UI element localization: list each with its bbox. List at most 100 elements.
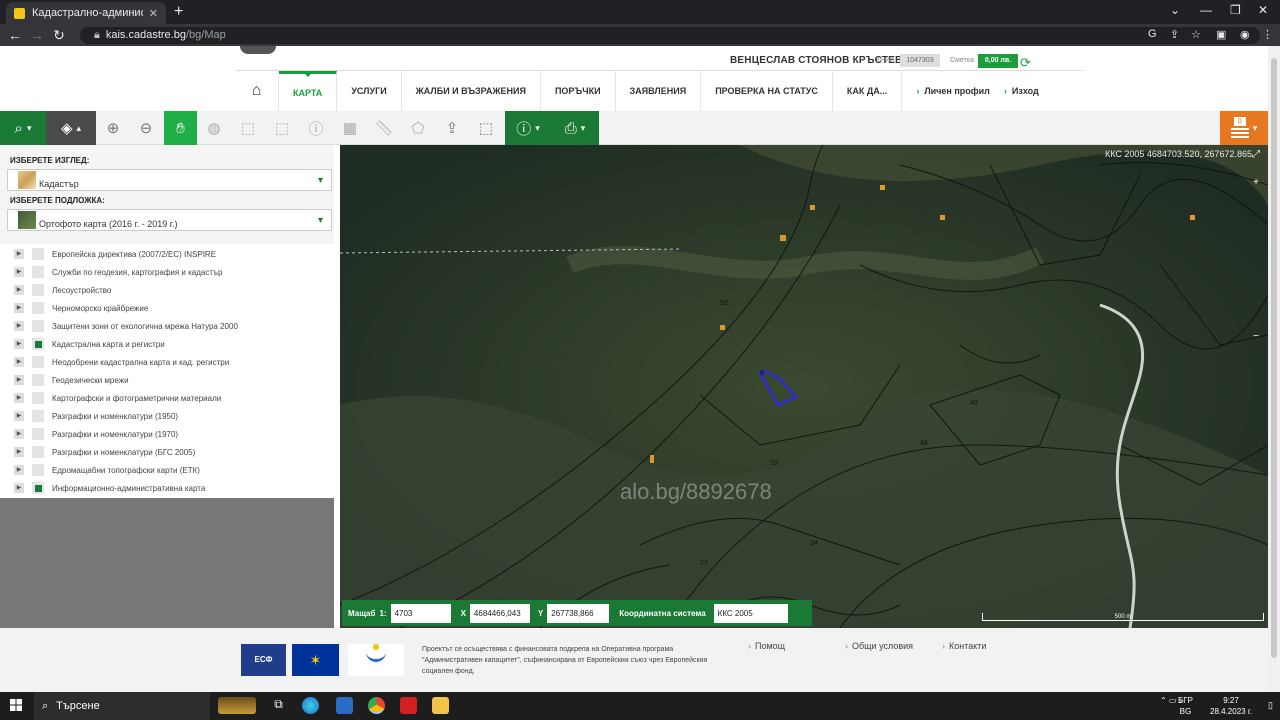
restore-icon[interactable]: ❐ bbox=[1230, 3, 1241, 17]
layer-item[interactable]: ▶ Разграфки и номенклатури (БГС 2005) bbox=[14, 443, 195, 461]
close-window-icon[interactable]: ✕ bbox=[1258, 3, 1268, 17]
zoom-out-tool[interactable]: ⊖ bbox=[131, 111, 161, 145]
menu-orders[interactable]: ПОРЪЧКИ bbox=[541, 71, 616, 111]
layer-item[interactable]: ▶ Неодобрени кадастрална карта и кад. рег… bbox=[14, 353, 229, 371]
contacts-link[interactable]: › Контакти bbox=[942, 641, 986, 651]
task-view-icon[interactable]: ⧉ bbox=[270, 697, 287, 714]
layer-checkbox[interactable] bbox=[32, 464, 44, 476]
scale-input[interactable]: 4703 bbox=[390, 603, 451, 623]
layer-checkbox[interactable] bbox=[32, 482, 44, 494]
search-tool[interactable]: ⌕ ▾ bbox=[0, 111, 46, 145]
layer-checkbox[interactable] bbox=[32, 266, 44, 278]
app-icon[interactable] bbox=[336, 697, 353, 714]
sidepanel-icon[interactable]: ▣ bbox=[1216, 28, 1226, 41]
home-button[interactable]: ⌂ bbox=[235, 71, 279, 111]
layer-item[interactable]: ▶ Информационно-административна карта bbox=[14, 479, 205, 497]
full-extent-tool[interactable]: ◍ bbox=[199, 111, 229, 145]
site-logo[interactable] bbox=[240, 46, 276, 54]
zoom-in-tool[interactable]: ⊕ bbox=[98, 111, 128, 145]
fullscreen-icon[interactable]: ⤢ bbox=[1244, 147, 1268, 163]
print-tool[interactable]: ⎙ ▾ bbox=[551, 111, 599, 145]
layer-checkbox[interactable] bbox=[32, 374, 44, 386]
map-view[interactable]: 52 8 19 48 34 40 27 ККС 2005 4684703.520, 2676… bbox=[340, 145, 1268, 628]
layer-checkbox[interactable] bbox=[32, 320, 44, 332]
menu-services[interactable]: УСЛУГИ bbox=[337, 71, 402, 111]
expand-arrow-icon[interactable]: ▶ bbox=[14, 321, 24, 331]
forward-icon[interactable]: → bbox=[26, 27, 48, 43]
expand-arrow-icon[interactable]: ▶ bbox=[14, 339, 24, 349]
layer-checkbox[interactable] bbox=[32, 428, 44, 440]
weather-widget-icon[interactable] bbox=[218, 697, 256, 714]
chrome-icon[interactable] bbox=[368, 697, 385, 714]
info-tool[interactable]: ⓘ bbox=[301, 111, 331, 145]
menu-map[interactable]: КАРТА bbox=[279, 71, 338, 111]
notifications-icon[interactable]: ▯ bbox=[1268, 700, 1273, 711]
upload-tool[interactable]: ⇪ bbox=[437, 111, 467, 145]
taskbar-search[interactable]: ⌕ Търсене bbox=[34, 692, 210, 720]
layer-info-tool[interactable]: ⓘ ▾ bbox=[505, 111, 551, 145]
help-link[interactable]: › Помощ bbox=[748, 641, 785, 651]
expand-arrow-icon[interactable]: ▶ bbox=[14, 393, 24, 403]
pan-tool[interactable]: ✋︎ bbox=[164, 111, 197, 145]
menu-how-to[interactable]: КАК ДА... bbox=[833, 71, 903, 111]
x-coordinate-input[interactable]: 4684466,043 bbox=[469, 603, 530, 623]
layer-checkbox[interactable] bbox=[32, 248, 44, 260]
expand-arrow-icon[interactable]: ▶ bbox=[14, 483, 24, 493]
layer-item[interactable]: ▶ Разграфки и номенклатури (1970) bbox=[14, 425, 178, 443]
layer-item[interactable]: ▶ Едромащабни топографски карти (ЕТК) bbox=[14, 461, 200, 479]
layer-item[interactable]: ▶ Кадастрална карта и регистри bbox=[14, 335, 165, 353]
google-icon[interactable]: G bbox=[1148, 28, 1157, 40]
layers-tool[interactable]: ◈ ▴ bbox=[46, 111, 96, 145]
url-field[interactable]: 🔒︎ kais.cadastre.bg/bg/Map bbox=[80, 27, 1260, 44]
expand-arrow-icon[interactable]: ▶ bbox=[14, 303, 24, 313]
layer-checkbox[interactable] bbox=[32, 284, 44, 296]
crs-select[interactable]: ККС 2005 bbox=[713, 603, 788, 623]
expand-arrow-icon[interactable]: ▶ bbox=[14, 411, 24, 421]
next-extent-tool[interactable]: ⬚ bbox=[267, 111, 297, 145]
layer-checkbox[interactable] bbox=[32, 356, 44, 368]
layer-item[interactable]: ▶ Картографски и фотограметрични материал… bbox=[14, 389, 221, 407]
scrollbar-thumb[interactable] bbox=[1271, 58, 1277, 658]
measure-area-tool[interactable]: ⬠ bbox=[403, 111, 433, 145]
layer-item[interactable]: ▶ Разграфки и номенклатури (1950) bbox=[14, 407, 178, 425]
input-language[interactable]: БГР BG bbox=[1178, 695, 1193, 717]
layer-checkbox[interactable] bbox=[32, 338, 44, 350]
base-select[interactable]: Ортофото карта (2016 г. - 2019 г.) ▾ bbox=[7, 209, 332, 231]
menu-complaints[interactable]: ЖАЛБИ И ВЪЗРАЖЕНИЯ bbox=[402, 71, 541, 111]
map-zoom-in-button[interactable]: + bbox=[1244, 175, 1268, 191]
tab-close-icon[interactable]: ✕ bbox=[149, 7, 158, 20]
expand-arrow-icon[interactable]: ▶ bbox=[14, 375, 24, 385]
layer-item[interactable]: ▶ Защитени зони от екологична мрежа Натур… bbox=[14, 317, 238, 335]
share-icon[interactable]: ⇪ bbox=[1170, 28, 1179, 41]
back-icon[interactable]: ← bbox=[4, 27, 26, 43]
table-tool[interactable]: ▦ bbox=[335, 111, 365, 145]
terms-link[interactable]: › Общи условия bbox=[845, 641, 913, 651]
cart-button[interactable]: 0 ▾ bbox=[1220, 111, 1268, 145]
view-select[interactable]: Кадастър ▾ bbox=[7, 169, 332, 191]
layer-item[interactable]: ▶ Европейска директива (2007/2/ЕС) INSPIR… bbox=[14, 245, 216, 263]
map-zoom-out-button[interactable]: − bbox=[1244, 329, 1268, 345]
layer-item[interactable]: ▶ Лесоустройство bbox=[14, 281, 111, 299]
menu-applications[interactable]: ЗАЯВЛЕНИЯ bbox=[616, 71, 702, 111]
taskbar-clock[interactable]: 9:27 28.4.2023 г. bbox=[1210, 695, 1252, 717]
bookmark-star-icon[interactable]: ☆ bbox=[1191, 28, 1201, 41]
file-explorer-icon[interactable] bbox=[432, 697, 449, 714]
refresh-balance-icon[interactable]: ⟳ bbox=[1020, 55, 1031, 71]
page-scrollbar[interactable] bbox=[1268, 46, 1280, 692]
windows-start-icon[interactable] bbox=[10, 699, 22, 711]
tab-search-icon[interactable]: ⌄ bbox=[1170, 3, 1180, 17]
logout-link[interactable]: › Изход bbox=[1004, 71, 1053, 111]
layer-checkbox[interactable] bbox=[32, 446, 44, 458]
browser-tab[interactable]: Кадастрално-административна… ✕ bbox=[6, 2, 166, 24]
expand-arrow-icon[interactable]: ▶ bbox=[14, 357, 24, 367]
layer-item[interactable]: ▶ Геодезически мрежи bbox=[14, 371, 129, 389]
profile-link[interactable]: › Личен профил bbox=[902, 71, 1004, 111]
expand-arrow-icon[interactable]: ▶ bbox=[14, 249, 24, 259]
pdf-reader-icon[interactable] bbox=[400, 697, 417, 714]
layer-checkbox[interactable] bbox=[32, 410, 44, 422]
layer-item[interactable]: ▶ Служби по геодезия, картография и кадас… bbox=[14, 263, 222, 281]
y-coordinate-input[interactable]: 267738,866 bbox=[547, 603, 610, 623]
profile-icon[interactable]: ◉ bbox=[1240, 28, 1250, 41]
measure-distance-tool[interactable]: 📏︎ bbox=[369, 111, 399, 145]
layer-item[interactable]: ▶ Черноморско крайбрежие bbox=[14, 299, 148, 317]
